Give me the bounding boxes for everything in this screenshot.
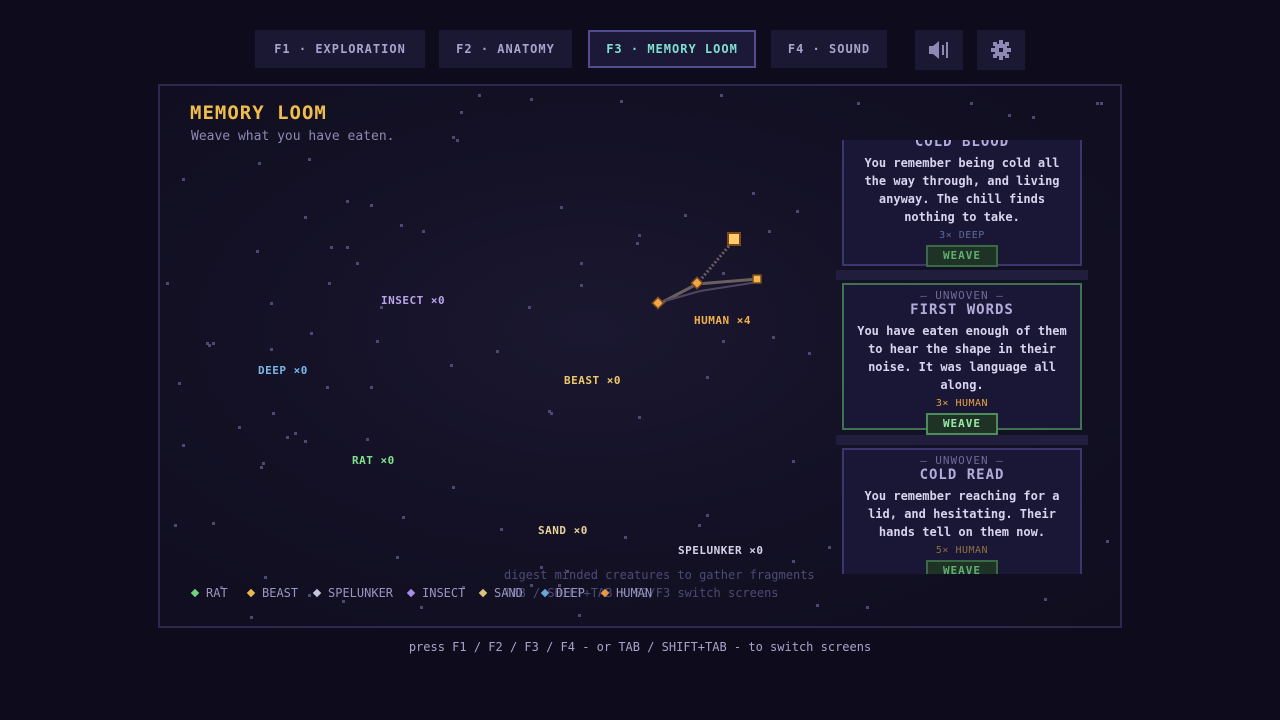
weave-button[interactable]: WEAVE <box>926 560 998 574</box>
speaker-icon <box>929 41 948 59</box>
node-human[interactable]: HUMAN ×4 <box>694 314 751 327</box>
tab-memory-loom[interactable]: F3 · MEMORY LOOM <box>588 30 756 68</box>
memory-text: You have eaten enough of them to hear th… <box>857 324 1067 392</box>
star-dot <box>857 102 860 105</box>
memory-cost: 5× HUMAN <box>935 545 989 556</box>
legend-item-spelunker: SPELUNKER <box>312 586 393 600</box>
star-dot <box>1100 102 1103 105</box>
legend-item-human: HUMAN <box>600 586 652 600</box>
weave-button[interactable]: WEAVE <box>926 413 998 435</box>
gear-icon <box>991 40 1011 60</box>
diamond-icon <box>478 588 488 598</box>
node-beast[interactable]: BEAST ×0 <box>564 374 621 387</box>
memory-text: You remember reaching for a lid, and hes… <box>864 489 1060 539</box>
star-dot <box>1106 540 1109 543</box>
sound-toggle-button[interactable] <box>915 30 963 70</box>
memory-loom-panel: MEMORY LOOM Weave what you have eaten. I… <box>158 84 1122 628</box>
memory-card: — UNWOVEN — FIRST WORDS You have eaten e… <box>842 283 1082 435</box>
node-insect[interactable]: INSECT ×0 <box>381 294 445 307</box>
memory-title: COLD READ <box>919 467 1005 483</box>
tab-exploration[interactable]: F1 · EXPLORATION <box>255 30 425 68</box>
diamond-icon <box>600 588 610 598</box>
star-dot <box>866 606 869 609</box>
legend-item-insect: INSECT <box>406 586 465 600</box>
legend-item-sand: SAND <box>478 586 523 600</box>
star-dot <box>1096 102 1099 105</box>
diamond-icon <box>246 588 256 598</box>
node-rat[interactable]: RAT ×0 <box>352 454 395 467</box>
memory-list[interactable]: COLD BLOOD You remember being cold all t… <box>836 140 1088 574</box>
memory-card: COLD BLOOD You remember being cold all t… <box>842 140 1082 267</box>
divider <box>836 270 1088 280</box>
memory-cost: 3× DEEP <box>939 230 985 241</box>
memory-card: — UNWOVEN — COLD READ You remember reach… <box>842 448 1082 574</box>
node-deep[interactable]: DEEP ×0 <box>258 364 308 377</box>
node-spelunker[interactable]: SPELUNKER ×0 <box>678 544 763 557</box>
tab-sound[interactable]: F4 · SOUND <box>771 30 887 68</box>
diamond-icon <box>540 588 550 598</box>
node-sand[interactable]: SAND ×0 <box>538 524 588 537</box>
human-star[interactable] <box>752 274 762 284</box>
weave-button[interactable]: WEAVE <box>926 245 998 267</box>
legend-item-beast: BEAST <box>246 586 298 600</box>
memory-text: You remember being cold all the way thro… <box>864 156 1060 224</box>
footer-hint: press F1 / F2 / F3 / F4 - or TAB / SHIFT… <box>408 640 872 654</box>
memory-title: FIRST WORDS <box>910 302 1014 318</box>
star-dot <box>970 102 973 105</box>
memory-status: — UNWOVEN — <box>920 454 1004 467</box>
diamond-icon <box>406 588 416 598</box>
human-star[interactable] <box>651 296 665 310</box>
star-dot <box>1044 598 1047 601</box>
diamond-icon <box>312 588 322 598</box>
memory-cost: 3× HUMAN <box>935 398 989 409</box>
memory-status: — UNWOVEN — <box>920 289 1004 302</box>
memory-title: COLD BLOOD <box>914 140 1010 150</box>
tab-anatomy[interactable]: F2 · ANATOMY <box>439 30 572 68</box>
screen-tabs: F1 · EXPLORATION F2 · ANATOMY F3 · MEMOR… <box>0 30 1280 70</box>
hint-text: digest minded creatures to gather fragme… <box>504 568 815 582</box>
legend-item-deep: DEEP <box>540 586 585 600</box>
diamond-icon <box>190 588 200 598</box>
human-star-bright[interactable] <box>727 232 741 246</box>
star-dot <box>1032 116 1035 119</box>
star-dot <box>1008 114 1011 117</box>
legend-item-rat: RAT <box>190 586 228 600</box>
divider <box>836 435 1088 445</box>
settings-button[interactable] <box>977 30 1025 70</box>
